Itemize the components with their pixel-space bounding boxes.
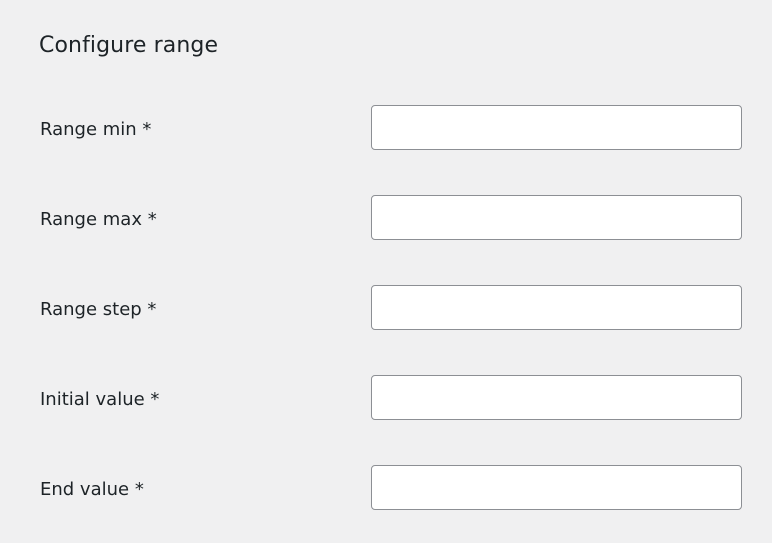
range-max-label: Range max * (40, 209, 157, 230)
initial-value-input[interactable] (371, 375, 742, 420)
range-step-row: Range step * (0, 285, 772, 331)
end-value-input[interactable] (371, 465, 742, 510)
end-value-row: End value * (0, 465, 772, 511)
range-min-row: Range min * (0, 105, 772, 151)
page-title: Configure range (39, 33, 219, 58)
range-max-input[interactable] (371, 195, 742, 240)
range-min-label: Range min * (40, 119, 152, 140)
range-step-label: Range step * (40, 299, 157, 320)
range-min-input[interactable] (371, 105, 742, 150)
end-value-label: End value * (40, 479, 144, 500)
configure-range-panel: Configure range Range min * Range max * … (0, 0, 772, 543)
range-step-input[interactable] (371, 285, 742, 330)
initial-value-row: Initial value * (0, 375, 772, 421)
initial-value-label: Initial value * (40, 389, 160, 410)
range-max-row: Range max * (0, 195, 772, 241)
